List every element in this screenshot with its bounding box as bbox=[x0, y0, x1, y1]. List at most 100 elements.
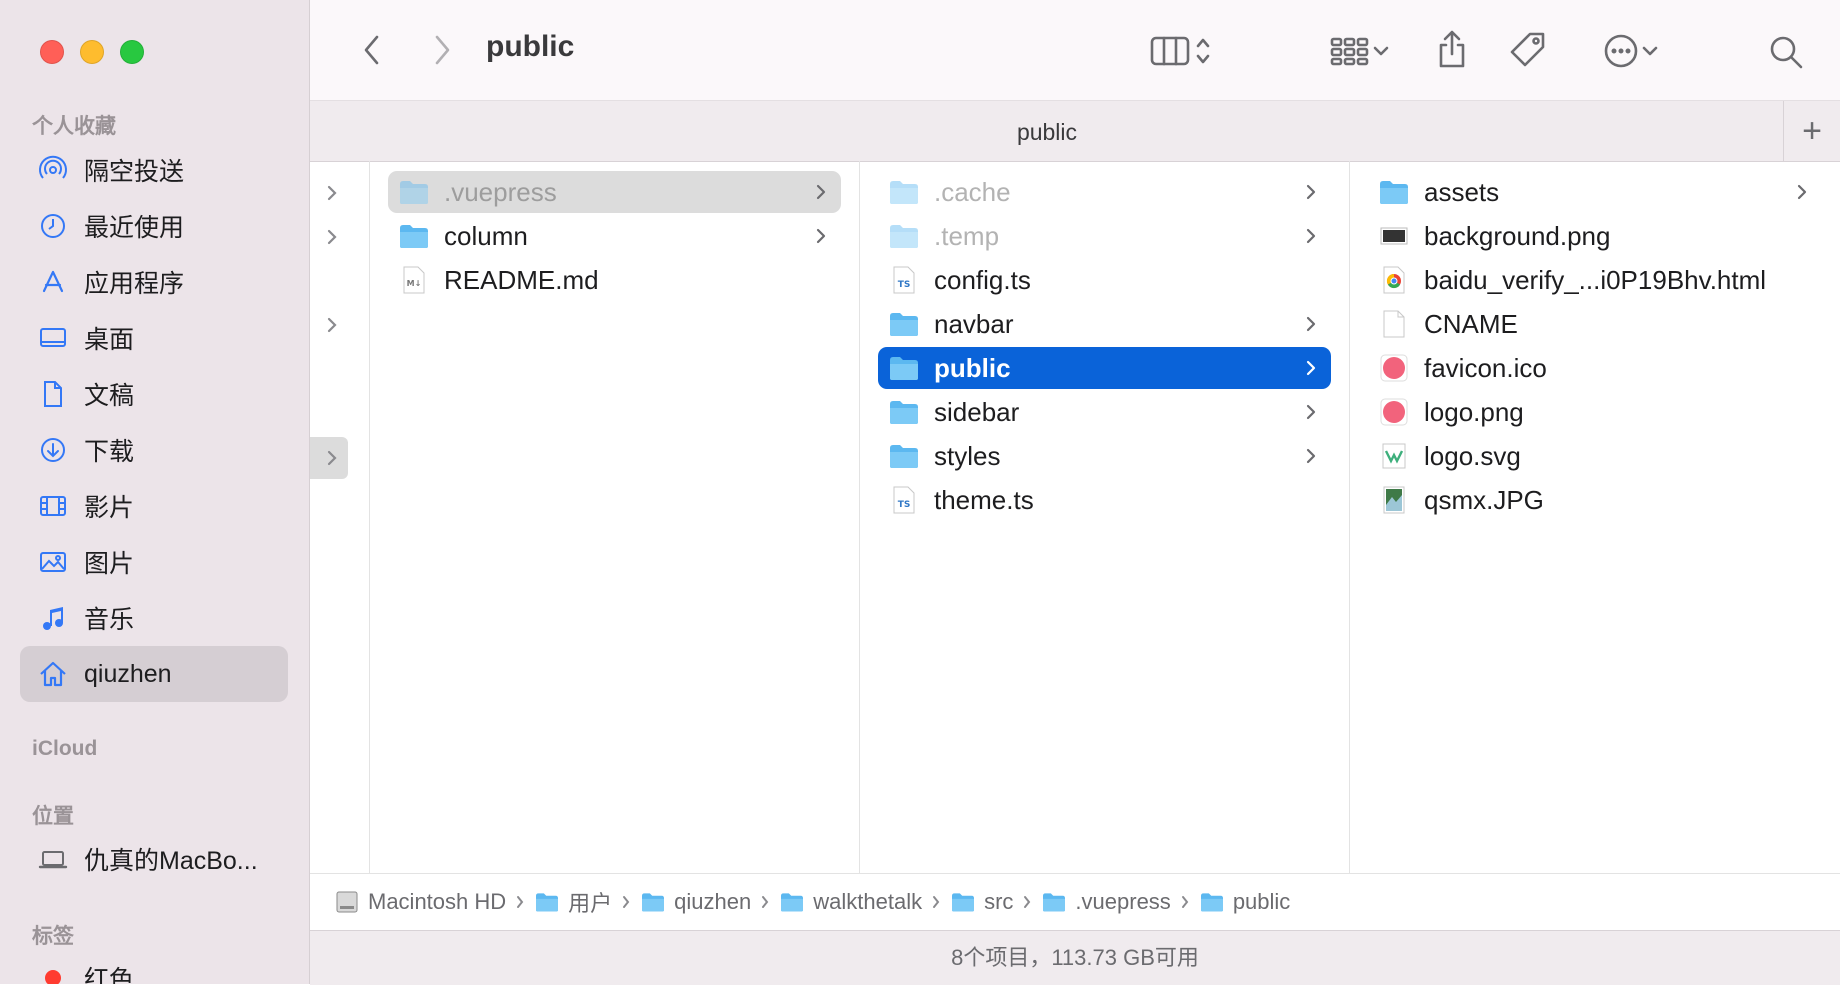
path-crumb-src[interactable]: src bbox=[950, 889, 1013, 915]
file-row-theme-ts[interactable]: TS theme.ts bbox=[878, 479, 1331, 521]
more-actions-button[interactable] bbox=[1594, 30, 1668, 72]
sidebar-section-locations: 位置 bbox=[32, 805, 74, 828]
share-button[interactable] bbox=[1432, 26, 1472, 72]
file-row-favicon-ico[interactable]: favicon.ico bbox=[1368, 347, 1822, 389]
chevron-right-icon bbox=[1023, 895, 1031, 909]
zoom-window-button[interactable] bbox=[120, 40, 144, 64]
tab-public[interactable]: public bbox=[310, 119, 1784, 146]
file-row-cname[interactable]: CNAME bbox=[1368, 303, 1822, 345]
sidebar-item-download[interactable]: 下载 bbox=[20, 422, 288, 478]
toolbar: public bbox=[310, 0, 1840, 100]
path-crumb-label: 用户 bbox=[568, 891, 613, 916]
folder-row-styles[interactable]: styles bbox=[878, 435, 1331, 477]
item-name: CNAME bbox=[1424, 308, 1518, 339]
view-mode-button[interactable] bbox=[1136, 30, 1226, 72]
folder-row-sidebar[interactable]: sidebar bbox=[878, 391, 1331, 433]
sidebar-item-music[interactable]: 音乐 bbox=[20, 590, 288, 646]
group-button[interactable] bbox=[1320, 30, 1400, 72]
item-name: background.png bbox=[1424, 220, 1611, 251]
download-icon bbox=[36, 433, 70, 467]
sidebar-item-label: 图片 bbox=[84, 550, 135, 578]
column-vuepress-parent[interactable]: .vuepress column M↓ README.md bbox=[370, 161, 860, 873]
file-row-baidu-verify-i0p19bhv-html[interactable]: baidu_verify_...i0P19Bhv.html bbox=[1368, 259, 1822, 301]
chevron-right-icon bbox=[1796, 182, 1808, 202]
column-vuepress[interactable]: .cache .temp TS config.ts navbar public sideba… bbox=[860, 161, 1350, 873]
sidebar-item-desktop[interactable]: 桌面 bbox=[20, 310, 288, 366]
chevron-right-icon bbox=[1305, 446, 1317, 466]
music-icon bbox=[36, 601, 70, 635]
file-row-qsmx-jpg[interactable]: qsmx.JPG bbox=[1368, 479, 1822, 521]
column-ancestors[interactable] bbox=[310, 161, 370, 873]
tag-button[interactable] bbox=[1506, 28, 1550, 72]
sidebar-item-label: 下载 bbox=[84, 438, 135, 466]
folder-row-cache[interactable]: .cache bbox=[878, 171, 1331, 213]
minimize-window-button[interactable] bbox=[80, 40, 104, 64]
sidebar-item-clock[interactable]: 最近使用 bbox=[20, 198, 288, 254]
folder-row-navbar[interactable]: navbar bbox=[878, 303, 1331, 345]
item-name: qsmx.JPG bbox=[1424, 484, 1544, 515]
sidebar-item-applications[interactable]: 应用程序 bbox=[20, 254, 288, 310]
item-name: theme.ts bbox=[934, 484, 1034, 515]
folder-row-column[interactable]: column bbox=[388, 215, 841, 257]
sidebar-item-airdrop[interactable]: 隔空投送 bbox=[20, 142, 288, 198]
chevron-right-icon bbox=[435, 35, 450, 65]
folder-row-temp[interactable]: .temp bbox=[878, 215, 1331, 257]
folder-icon bbox=[888, 440, 920, 472]
folder-row-vuepress[interactable]: .vuepress bbox=[388, 171, 841, 213]
sidebar-item-label: qiuzhen bbox=[84, 659, 172, 688]
sidebar-item-film[interactable]: 影片 bbox=[20, 478, 288, 534]
sidebar-item-label: 隔空投送 bbox=[84, 158, 185, 186]
path-crumb-[interactable]: 用户 bbox=[534, 886, 612, 918]
chevron-right-icon bbox=[516, 895, 524, 909]
png-dark-file-icon bbox=[1378, 220, 1410, 252]
chevron-right-icon bbox=[761, 895, 769, 909]
sidebar-section-icloud: iCloud bbox=[32, 737, 98, 760]
column-browser: .vuepress column M↓ README.md .cache .temp TS… bbox=[310, 161, 1840, 873]
path-crumb-qiuzhen[interactable]: qiuzhen bbox=[640, 889, 751, 915]
folder-icon bbox=[888, 352, 920, 384]
sidebar-item-label: 最近使用 bbox=[84, 214, 185, 242]
file-row-readme-md[interactable]: M↓ README.md bbox=[388, 259, 841, 301]
file-row-config-ts[interactable]: TS config.ts bbox=[878, 259, 1331, 301]
sidebar-item-photo[interactable]: 图片 bbox=[20, 534, 288, 590]
search-button[interactable] bbox=[1764, 30, 1808, 74]
folder-row-public[interactable]: public bbox=[878, 347, 1331, 389]
new-tab-button[interactable]: + bbox=[1783, 101, 1840, 161]
chevron-down-icon bbox=[1373, 46, 1389, 56]
file-row-logo-svg[interactable]: logo.svg bbox=[1368, 435, 1822, 477]
column-public[interactable]: assets background.png baidu_verify_...i0P1… bbox=[1350, 161, 1840, 873]
window-title: public bbox=[486, 30, 575, 63]
back-button[interactable] bbox=[352, 30, 392, 70]
document-icon bbox=[36, 377, 70, 411]
chevron-right-icon bbox=[1305, 314, 1317, 334]
md-file-icon: M↓ bbox=[398, 264, 430, 296]
sidebar-item-document[interactable]: 文稿 bbox=[20, 366, 288, 422]
file-row-background-png[interactable]: background.png bbox=[1368, 215, 1822, 257]
item-name: logo.svg bbox=[1424, 440, 1521, 471]
path-crumb-walkthetalk[interactable]: walkthetalk bbox=[779, 889, 922, 915]
laptop-icon bbox=[36, 842, 70, 876]
path-crumb-vuepress[interactable]: .vuepress bbox=[1041, 889, 1171, 915]
desktop-icon bbox=[36, 321, 70, 355]
applications-icon bbox=[36, 265, 70, 299]
file-row-logo-png[interactable]: logo.png bbox=[1368, 391, 1822, 433]
chevron-right-icon bbox=[1305, 182, 1317, 202]
sidebar-item-home[interactable]: qiuzhen bbox=[20, 646, 288, 702]
path-crumb-public[interactable]: public bbox=[1199, 889, 1290, 915]
folder-icon bbox=[779, 890, 805, 914]
sidebar-item-label: 桌面 bbox=[84, 326, 135, 354]
sidebar-item-tag-red[interactable]: 红色 bbox=[20, 950, 288, 984]
path-crumb-macintosh-hd[interactable]: Macintosh HD bbox=[334, 889, 506, 915]
ts-file-icon: TS bbox=[888, 484, 920, 516]
item-name: .cache bbox=[934, 176, 1011, 207]
folder-row-assets[interactable]: assets bbox=[1368, 171, 1822, 213]
sidebar-item-label: 红色 bbox=[84, 966, 135, 984]
forward-button[interactable] bbox=[422, 30, 462, 70]
ellipsis-icon bbox=[1604, 34, 1638, 68]
ico-file-icon bbox=[1378, 352, 1410, 384]
film-icon bbox=[36, 489, 70, 523]
close-window-button[interactable] bbox=[40, 40, 64, 64]
folder-icon bbox=[1378, 176, 1410, 208]
sidebar-item-macbook[interactable]: 仇真的MacBo... bbox=[20, 831, 288, 887]
path-crumb-label: public bbox=[1232, 889, 1291, 914]
